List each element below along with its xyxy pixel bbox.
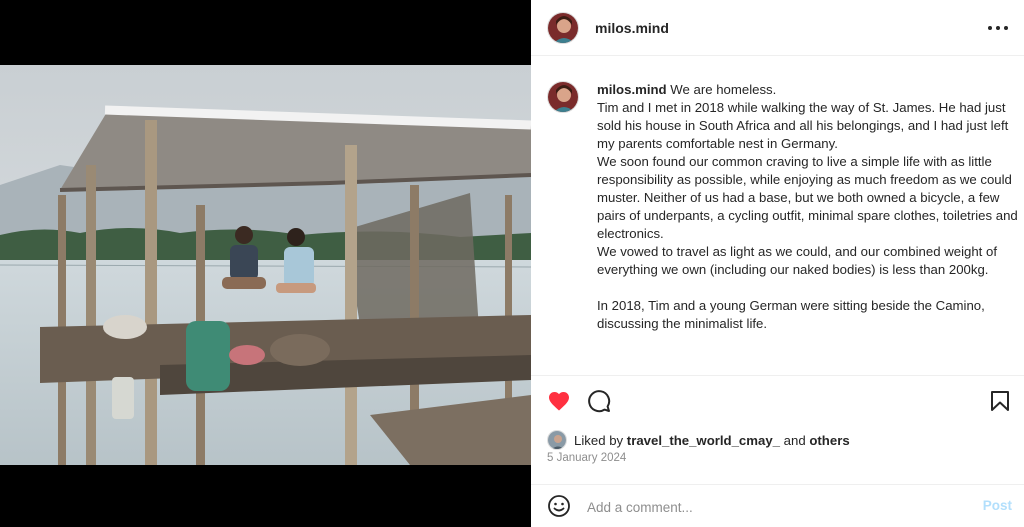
post-photo[interactable] <box>0 65 531 465</box>
likes-summary: Liked by travel_the_world_cmay_ and othe… <box>547 430 850 450</box>
liker-username[interactable]: travel_the_world_cmay_ <box>627 433 780 448</box>
post-date[interactable]: 5 January 2024 <box>547 452 626 464</box>
comment-icon[interactable] <box>587 389 611 413</box>
comment-input[interactable] <box>587 496 957 518</box>
caption-paragraph: In 2018, Tim and a young German were sit… <box>597 298 985 331</box>
caption-blank-line <box>597 279 1023 297</box>
user-avatar[interactable] <box>547 11 579 44</box>
likes-others-link[interactable]: others <box>809 433 849 448</box>
bookmark-icon[interactable] <box>988 389 1012 413</box>
comment-composer: Post <box>531 484 1024 527</box>
likes-prefix: Liked by <box>574 432 624 448</box>
post-header: milos.mind <box>531 0 1024 56</box>
caption-username[interactable]: milos.mind <box>597 82 667 97</box>
post-media <box>0 0 531 527</box>
caption-text: milos.mind We are homeless. Tim and I me… <box>597 81 1023 333</box>
liker-avatar[interactable] <box>547 430 567 450</box>
heart-filled-icon[interactable] <box>547 389 571 413</box>
action-bar <box>531 375 1024 425</box>
caption-scroll-area[interactable]: milos.mind We are homeless. Tim and I me… <box>531 57 1024 375</box>
emoji-smile-icon[interactable] <box>547 494 571 518</box>
post-comment-button[interactable]: Post <box>983 498 1012 513</box>
caption-paragraph: Tim and I met in 2018 while walking the … <box>597 100 1009 151</box>
caption-paragraph: We vowed to travel as light as we could,… <box>597 244 997 277</box>
caption-paragraph: We soon found our common craving to live… <box>597 154 1018 241</box>
caption-avatar[interactable] <box>547 81 579 113</box>
likes-joiner: and <box>783 432 806 448</box>
header-username[interactable]: milos.mind <box>595 20 669 36</box>
stilt-hut-photo <box>0 65 531 465</box>
post-details-panel: milos.mind milos.mind We are homeless. T… <box>531 0 1024 527</box>
caption-first-line: We are homeless. <box>670 82 777 97</box>
more-horizontal-icon[interactable] <box>988 18 1008 38</box>
